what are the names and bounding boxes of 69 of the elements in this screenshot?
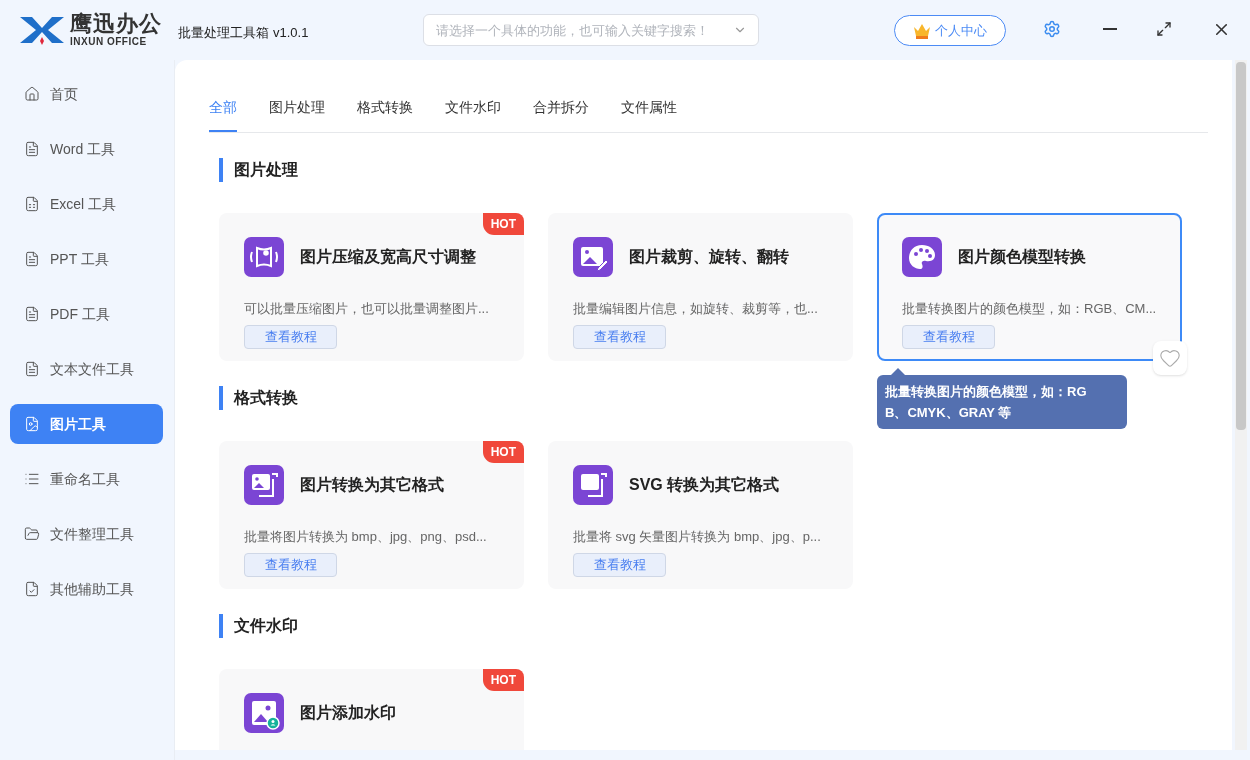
card-title: 图片转换为其它格式 (300, 475, 444, 495)
logo-subtitle: INXUN OFFICE (70, 37, 148, 47)
document-icon (24, 196, 40, 212)
sidebar-item[interactable]: 其他辅助工具 (10, 569, 163, 609)
favorite-button[interactable] (1153, 341, 1187, 375)
image-watermark-icon (244, 693, 284, 733)
logo-icon (20, 15, 64, 45)
list-icon (24, 471, 40, 487)
tooltip: 批量转换图片的颜色模型，如：RGB、CMYK、GRAY 等 (877, 375, 1127, 429)
hot-badge: HOT (482, 441, 524, 463)
palette-icon (902, 237, 942, 277)
card-description: 批量转换图片的颜色模型，如：RGB、CM... (902, 300, 1157, 318)
sidebar-item[interactable]: 文本文件工具 (10, 349, 163, 389)
sidebar-item[interactable]: PPT 工具 (10, 239, 163, 279)
tool-card[interactable]: 图片颜色模型转换 批量转换图片的颜色模型，如：RGB、CM... 查看教程 (877, 213, 1182, 361)
card-description: 可以批量压缩图片，也可以批量调整图片... (244, 300, 490, 318)
home-icon (24, 86, 40, 102)
card-title: 图片颜色模型转换 (958, 247, 1086, 267)
tool-card[interactable]: HOT 图片添加水印 (219, 669, 524, 750)
document-icon (24, 306, 40, 322)
section-title: 文件水印 (219, 614, 1208, 638)
sidebar-item[interactable]: 重命名工具 (10, 459, 163, 499)
section-title: 图片处理 (219, 158, 1208, 182)
category-tab[interactable]: 合并拆分 (533, 97, 589, 132)
image-file-icon (24, 416, 40, 432)
image-edit-icon (573, 237, 613, 277)
image-resize-icon (244, 237, 284, 277)
sidebar-item[interactable]: PDF 工具 (10, 294, 163, 334)
card-title: 图片添加水印 (300, 703, 396, 723)
folder-icon (24, 526, 40, 542)
document-icon (24, 361, 40, 377)
crown-icon (913, 22, 931, 39)
card-description: 批量编辑图片信息，如旋转、裁剪等，也... (573, 300, 819, 318)
card-description: 批量将图片转换为 bmp、jpg、png、psd... (244, 528, 488, 546)
tool-card[interactable]: HOT 图片转换为其它格式 批量将图片转换为 bmp、jpg、png、psd... 查看教程 (219, 441, 524, 589)
maximize-icon (1156, 21, 1172, 37)
logo-name: 鹰迅办公 (70, 13, 163, 35)
category-tab[interactable]: 文件水印 (445, 97, 501, 132)
sidebar-item[interactable]: Excel 工具 (10, 184, 163, 224)
category-tab[interactable]: 全部 (209, 97, 237, 132)
card-title: 图片裁剪、旋转、翻转 (629, 247, 789, 267)
sidebar-item[interactable]: 图片工具 (10, 404, 163, 444)
file-convert-icon (573, 465, 613, 505)
sidebar-item[interactable]: 首页 (10, 74, 163, 114)
card-title: 图片压缩及宽高尺寸调整 (300, 247, 476, 267)
settings-button[interactable] (1043, 20, 1061, 38)
hot-badge: HOT (482, 213, 524, 235)
maximize-button[interactable] (1156, 21, 1172, 37)
document-icon (24, 141, 40, 157)
minimize-icon (1103, 28, 1117, 30)
settings-icon (1043, 20, 1061, 38)
card-description: 批量将 svg 矢量图片转换为 bmp、jpg、p... (573, 528, 822, 546)
tool-card[interactable]: SVG 转换为其它格式 批量将 svg 矢量图片转换为 bmp、jpg、p... 查看教程 (548, 441, 853, 589)
document-icon (24, 251, 40, 267)
document-check-icon (24, 581, 40, 597)
tool-card[interactable]: 图片裁剪、旋转、翻转 批量编辑图片信息，如旋转、裁剪等，也... 查看教程 (548, 213, 853, 361)
category-tab[interactable]: 图片处理 (269, 97, 325, 132)
card-title: SVG 转换为其它格式 (629, 475, 780, 495)
sidebar-item[interactable]: Word 工具 (10, 129, 163, 169)
hot-badge: HOT (482, 669, 524, 691)
sidebar-item[interactable]: 文件整理工具 (10, 514, 163, 554)
account-button[interactable]: 个人中心 (894, 15, 1006, 46)
scrollbar[interactable] (1235, 60, 1247, 750)
image-convert-icon (244, 465, 284, 505)
tool-card[interactable]: HOT 图片压缩及宽高尺寸调整 可以批量压缩图片，也可以批量调整图片... 查看教程 (219, 213, 524, 361)
category-tab[interactable]: 格式转换 (357, 97, 413, 132)
window-title: 批量处理工具箱 v1.0.1 (178, 24, 309, 43)
heart-icon (1159, 347, 1181, 369)
category-tab[interactable]: 文件属性 (621, 97, 677, 132)
